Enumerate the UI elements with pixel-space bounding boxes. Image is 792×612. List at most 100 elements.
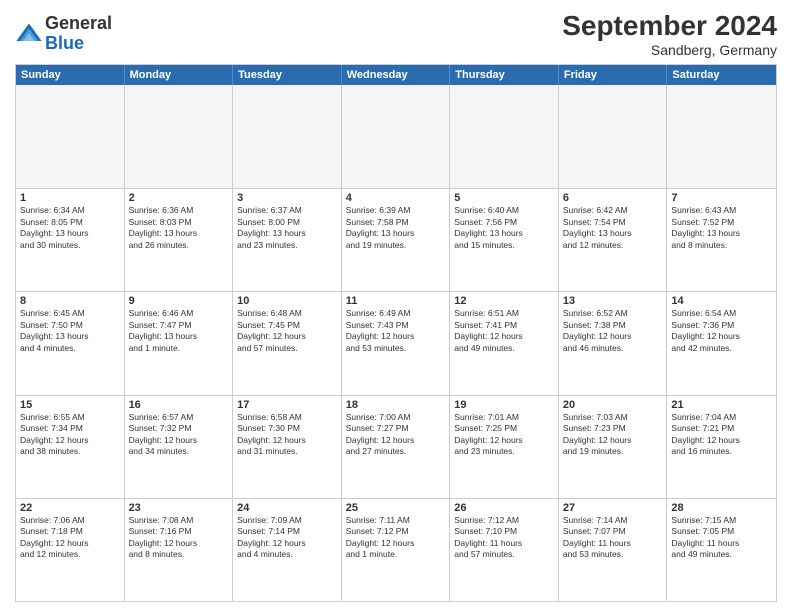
day-cell-6: 6Sunrise: 6:42 AM Sunset: 7:54 PM Daylig… xyxy=(559,189,668,291)
day-cell-23: 23Sunrise: 7:08 AM Sunset: 7:16 PM Dayli… xyxy=(125,499,234,601)
day-cell-20: 20Sunrise: 7:03 AM Sunset: 7:23 PM Dayli… xyxy=(559,396,668,498)
day-cell-16: 16Sunrise: 6:57 AM Sunset: 7:32 PM Dayli… xyxy=(125,396,234,498)
day-info: Sunrise: 6:37 AM Sunset: 8:00 PM Dayligh… xyxy=(237,205,337,251)
day-cell-2: 2Sunrise: 6:36 AM Sunset: 8:03 PM Daylig… xyxy=(125,189,234,291)
day-number: 7 xyxy=(671,192,772,204)
day-info: Sunrise: 7:09 AM Sunset: 7:14 PM Dayligh… xyxy=(237,515,337,561)
day-cell-11: 11Sunrise: 6:49 AM Sunset: 7:43 PM Dayli… xyxy=(342,292,451,394)
day-info: Sunrise: 6:55 AM Sunset: 7:34 PM Dayligh… xyxy=(20,412,120,458)
page: General Blue September 2024 Sandberg, Ge… xyxy=(0,0,792,612)
day-cell-3: 3Sunrise: 6:37 AM Sunset: 8:00 PM Daylig… xyxy=(233,189,342,291)
day-cell-27: 27Sunrise: 7:14 AM Sunset: 7:07 PM Dayli… xyxy=(559,499,668,601)
day-number: 20 xyxy=(563,399,663,411)
day-cell-5: 5Sunrise: 6:40 AM Sunset: 7:56 PM Daylig… xyxy=(450,189,559,291)
day-cell-18: 18Sunrise: 7:00 AM Sunset: 7:27 PM Dayli… xyxy=(342,396,451,498)
day-info: Sunrise: 6:48 AM Sunset: 7:45 PM Dayligh… xyxy=(237,308,337,354)
day-number: 27 xyxy=(563,502,663,514)
empty-cell xyxy=(125,85,234,188)
header-saturday: Saturday xyxy=(667,65,776,85)
logo-general-text: General xyxy=(45,14,112,34)
day-cell-26: 26Sunrise: 7:12 AM Sunset: 7:10 PM Dayli… xyxy=(450,499,559,601)
day-number: 16 xyxy=(129,399,229,411)
logo-icon xyxy=(15,20,43,48)
day-info: Sunrise: 6:45 AM Sunset: 7:50 PM Dayligh… xyxy=(20,308,120,354)
day-info: Sunrise: 7:11 AM Sunset: 7:12 PM Dayligh… xyxy=(346,515,446,561)
day-number: 10 xyxy=(237,295,337,307)
header-sunday: Sunday xyxy=(16,65,125,85)
day-info: Sunrise: 6:57 AM Sunset: 7:32 PM Dayligh… xyxy=(129,412,229,458)
day-cell-12: 12Sunrise: 6:51 AM Sunset: 7:41 PM Dayli… xyxy=(450,292,559,394)
day-cell-9: 9Sunrise: 6:46 AM Sunset: 7:47 PM Daylig… xyxy=(125,292,234,394)
day-number: 14 xyxy=(671,295,772,307)
week-row-1 xyxy=(16,85,776,188)
empty-cell xyxy=(559,85,668,188)
empty-cell xyxy=(233,85,342,188)
day-cell-10: 10Sunrise: 6:48 AM Sunset: 7:45 PM Dayli… xyxy=(233,292,342,394)
header-friday: Friday xyxy=(559,65,668,85)
day-number: 1 xyxy=(20,192,120,204)
day-number: 28 xyxy=(671,502,772,514)
empty-cell xyxy=(342,85,451,188)
day-info: Sunrise: 7:00 AM Sunset: 7:27 PM Dayligh… xyxy=(346,412,446,458)
month-title: September 2024 xyxy=(562,10,777,42)
day-cell-13: 13Sunrise: 6:52 AM Sunset: 7:38 PM Dayli… xyxy=(559,292,668,394)
header: General Blue September 2024 Sandberg, Ge… xyxy=(15,10,777,58)
empty-cell xyxy=(667,85,776,188)
day-cell-17: 17Sunrise: 6:58 AM Sunset: 7:30 PM Dayli… xyxy=(233,396,342,498)
day-info: Sunrise: 7:08 AM Sunset: 7:16 PM Dayligh… xyxy=(129,515,229,561)
day-number: 4 xyxy=(346,192,446,204)
header-monday: Monday xyxy=(125,65,234,85)
day-info: Sunrise: 7:01 AM Sunset: 7:25 PM Dayligh… xyxy=(454,412,554,458)
logo-text: General Blue xyxy=(45,14,112,54)
day-info: Sunrise: 6:39 AM Sunset: 7:58 PM Dayligh… xyxy=(346,205,446,251)
day-number: 5 xyxy=(454,192,554,204)
day-number: 15 xyxy=(20,399,120,411)
empty-cell xyxy=(450,85,559,188)
week-row-5: 22Sunrise: 7:06 AM Sunset: 7:18 PM Dayli… xyxy=(16,498,776,601)
day-cell-8: 8Sunrise: 6:45 AM Sunset: 7:50 PM Daylig… xyxy=(16,292,125,394)
day-info: Sunrise: 6:51 AM Sunset: 7:41 PM Dayligh… xyxy=(454,308,554,354)
day-cell-14: 14Sunrise: 6:54 AM Sunset: 7:36 PM Dayli… xyxy=(667,292,776,394)
empty-cell xyxy=(16,85,125,188)
day-cell-28: 28Sunrise: 7:15 AM Sunset: 7:05 PM Dayli… xyxy=(667,499,776,601)
day-number: 6 xyxy=(563,192,663,204)
day-info: Sunrise: 7:15 AM Sunset: 7:05 PM Dayligh… xyxy=(671,515,772,561)
week-row-4: 15Sunrise: 6:55 AM Sunset: 7:34 PM Dayli… xyxy=(16,395,776,498)
week-row-3: 8Sunrise: 6:45 AM Sunset: 7:50 PM Daylig… xyxy=(16,291,776,394)
day-number: 18 xyxy=(346,399,446,411)
day-info: Sunrise: 7:12 AM Sunset: 7:10 PM Dayligh… xyxy=(454,515,554,561)
day-number: 19 xyxy=(454,399,554,411)
day-number: 8 xyxy=(20,295,120,307)
day-number: 24 xyxy=(237,502,337,514)
day-info: Sunrise: 6:36 AM Sunset: 8:03 PM Dayligh… xyxy=(129,205,229,251)
day-cell-4: 4Sunrise: 6:39 AM Sunset: 7:58 PM Daylig… xyxy=(342,189,451,291)
day-info: Sunrise: 6:52 AM Sunset: 7:38 PM Dayligh… xyxy=(563,308,663,354)
day-number: 21 xyxy=(671,399,772,411)
day-cell-22: 22Sunrise: 7:06 AM Sunset: 7:18 PM Dayli… xyxy=(16,499,125,601)
day-info: Sunrise: 6:42 AM Sunset: 7:54 PM Dayligh… xyxy=(563,205,663,251)
day-cell-7: 7Sunrise: 6:43 AM Sunset: 7:52 PM Daylig… xyxy=(667,189,776,291)
subtitle: Sandberg, Germany xyxy=(562,42,777,58)
day-cell-1: 1Sunrise: 6:34 AM Sunset: 8:05 PM Daylig… xyxy=(16,189,125,291)
header-thursday: Thursday xyxy=(450,65,559,85)
day-number: 25 xyxy=(346,502,446,514)
day-number: 11 xyxy=(346,295,446,307)
day-cell-25: 25Sunrise: 7:11 AM Sunset: 7:12 PM Dayli… xyxy=(342,499,451,601)
day-number: 17 xyxy=(237,399,337,411)
day-number: 22 xyxy=(20,502,120,514)
day-info: Sunrise: 6:34 AM Sunset: 8:05 PM Dayligh… xyxy=(20,205,120,251)
week-row-2: 1Sunrise: 6:34 AM Sunset: 8:05 PM Daylig… xyxy=(16,188,776,291)
day-cell-19: 19Sunrise: 7:01 AM Sunset: 7:25 PM Dayli… xyxy=(450,396,559,498)
logo: General Blue xyxy=(15,14,112,54)
day-info: Sunrise: 6:43 AM Sunset: 7:52 PM Dayligh… xyxy=(671,205,772,251)
day-info: Sunrise: 7:14 AM Sunset: 7:07 PM Dayligh… xyxy=(563,515,663,561)
day-cell-21: 21Sunrise: 7:04 AM Sunset: 7:21 PM Dayli… xyxy=(667,396,776,498)
day-number: 13 xyxy=(563,295,663,307)
header-wednesday: Wednesday xyxy=(342,65,451,85)
day-info: Sunrise: 7:04 AM Sunset: 7:21 PM Dayligh… xyxy=(671,412,772,458)
day-info: Sunrise: 6:49 AM Sunset: 7:43 PM Dayligh… xyxy=(346,308,446,354)
header-tuesday: Tuesday xyxy=(233,65,342,85)
day-cell-24: 24Sunrise: 7:09 AM Sunset: 7:14 PM Dayli… xyxy=(233,499,342,601)
day-number: 3 xyxy=(237,192,337,204)
day-info: Sunrise: 6:54 AM Sunset: 7:36 PM Dayligh… xyxy=(671,308,772,354)
